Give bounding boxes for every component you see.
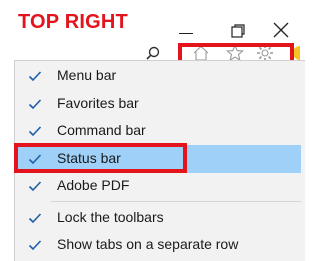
checkmark-icon	[28, 213, 42, 224]
menu-item-label: Favorites bar	[57, 95, 139, 111]
menu-item-lock-toolbars[interactable]: Lock the toolbars	[15, 204, 301, 232]
checkmark-icon	[28, 126, 42, 137]
menu-item-label: Show tabs on a separate row	[57, 236, 239, 252]
menu-item-label: Lock the toolbars	[57, 209, 164, 225]
checkmark-icon	[28, 99, 42, 110]
menu-item-label: Status bar	[57, 150, 121, 166]
checkmark-icon	[28, 71, 42, 82]
smiley-icon[interactable]	[293, 46, 300, 60]
checkmark-icon	[28, 181, 42, 192]
menu-item-show-tabs-separate-row[interactable]: Show tabs on a separate row	[15, 231, 301, 259]
caption-title: TOP RIGHT	[18, 11, 128, 33]
menu-item-favorites-bar[interactable]: Favorites bar	[15, 90, 301, 118]
menu-item-label: Adobe PDF	[57, 177, 130, 193]
restore-icon[interactable]	[230, 23, 246, 39]
checkmark-icon	[28, 154, 42, 165]
menu-item-menu-bar[interactable]: Menu bar	[15, 62, 301, 90]
menu-separator	[51, 201, 301, 202]
checkmark-icon	[28, 240, 42, 251]
menu-item-label: Menu bar	[57, 67, 117, 83]
menu-item-label: Command bar	[57, 122, 146, 138]
close-icon[interactable]	[271, 20, 291, 40]
search-icon[interactable]	[146, 46, 160, 60]
toolbar-context-menu: Menu bar Favorites bar Command bar Statu…	[14, 60, 305, 261]
menu-item-command-bar[interactable]: Command bar	[15, 117, 301, 145]
menu-item-status-bar[interactable]: Status bar	[15, 145, 301, 173]
menu-item-adobe-pdf[interactable]: Adobe PDF	[15, 172, 301, 200]
minimize-icon[interactable]	[179, 33, 193, 34]
